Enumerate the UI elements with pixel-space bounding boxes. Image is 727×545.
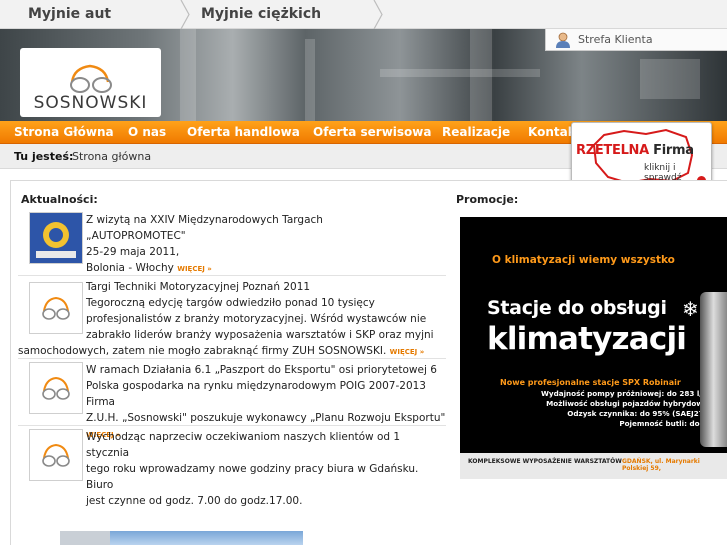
tab-truck-washes[interactable]: Myjnie ciężkich pojazdów <box>193 0 383 51</box>
promo-tagline: O klimatyzacji wiemy wszystko <box>492 254 675 266</box>
news-item: Wychodząc naprzeciw oczekiwaniom naszych… <box>18 427 446 507</box>
bottom-thumbnail[interactable] <box>60 531 110 545</box>
more-link[interactable]: WIĘCEJ » <box>390 348 425 356</box>
menu-item-home[interactable]: Strona Główna <box>14 121 114 144</box>
banner-decoration <box>380 69 540 77</box>
news-item: W ramach Działania 6.1 „Paszport do Eksp… <box>18 360 446 439</box>
news-line: Bolonia - Włochy WIĘCEJ » <box>86 260 446 277</box>
news-thumbnail[interactable] <box>29 362 83 414</box>
more-link[interactable]: WIĘCEJ » <box>177 265 212 273</box>
news-thumbnail[interactable] <box>29 429 83 481</box>
news-line: Wychodząc naprzeciw oczekiwaniom naszych… <box>86 431 401 459</box>
menu-item-service-offer[interactable]: Oferta serwisowa <box>313 121 431 144</box>
news-text: Targi Techniki Motoryzacyjnej Poznań 201… <box>86 279 446 343</box>
news-line: Targi Techniki Motoryzacyjnej Poznań 201… <box>86 281 311 293</box>
promo-footer: KOMPLEKSOWE WYPOSAŻENIE WARSZTATÓW GDAŃS… <box>460 453 727 479</box>
logo-car-icon <box>42 376 70 400</box>
badge-title-red: RZETELNA <box>576 143 649 158</box>
site-logo[interactable]: SOSNOWSKI <box>20 48 161 117</box>
tab-separator-icon <box>373 0 383 29</box>
news-text: Wychodząc naprzeciw oczekiwaniom naszych… <box>86 429 446 509</box>
news-line-text: Bolonia - Włochy <box>86 262 174 274</box>
bottom-banner-image[interactable] <box>110 531 303 545</box>
news-thumbnail[interactable] <box>29 212 83 264</box>
client-zone-link[interactable]: Strefa Klienta <box>545 29 727 51</box>
news-line: jest czynne od godz. 7.00 do godz.17.00. <box>86 495 303 507</box>
logo-car-icon <box>70 64 112 93</box>
banner-decoration <box>305 39 315 121</box>
news-line: Z wizytą na XXIV Międzynarodowych Targac… <box>86 214 323 226</box>
menu-item-about[interactable]: O nas <box>128 121 166 144</box>
tab-car-washes[interactable]: Myjnie aut osobowych <box>20 0 190 51</box>
menu-item-trade-offer[interactable]: Oferta handlowa <box>187 121 300 144</box>
promo-footer-left: KOMPLEKSOWE WYPOSAŻENIE WARSZTATÓW <box>468 458 622 465</box>
news-line: Tegoroczną edycję targów odwiedziło pona… <box>86 297 375 309</box>
promo-subtitle: Nowe profesjonalne stacje SPX Robinair <box>500 378 681 387</box>
promo-detail: Odzysk czynnika: do 95% (SAEJ2788) <box>567 409 717 418</box>
news-line: W ramach Działania 6.1 „Paszport do Eksp… <box>86 364 437 376</box>
promo-detail: Wydajność pompy próżniowej: do 283 l/min <box>540 389 717 398</box>
logo-car-icon <box>42 296 70 320</box>
autopromotec-poster-icon <box>30 213 82 263</box>
news-item: Z wizytą na XXIV Międzynarodowych Targac… <box>18 208 446 276</box>
news-line: Z.U.H. „Sosnowski" poszukuje wykonawcy „… <box>86 412 446 424</box>
logo-text: SOSNOWSKI <box>33 93 148 113</box>
news-line-text: samochodowych, zatem nie mogło zabraknąć… <box>18 345 387 357</box>
promo-headline-1: Stacje do obsługi <box>487 297 667 319</box>
header-banner: SOSNOWSKI Strefa Klienta <box>0 29 727 121</box>
promo-banner[interactable]: O klimatyzacji wiemy wszystko Stacje do … <box>460 217 727 479</box>
news-line: Polska gospodarka na rynku międzynarodow… <box>86 380 426 408</box>
promo-footer-right: GDAŃSK, ul. Marynarki Polskiej 59, <box>622 458 700 472</box>
badge-title: RZETELNA Firma <box>576 143 694 158</box>
news-item: Targi Techniki Motoryzacyjnej Poznań 201… <box>18 277 446 359</box>
snowflake-icon: ❄ <box>682 297 699 321</box>
promo-section-title: Promocje: <box>456 193 519 206</box>
promo-detail: Możliwość obsługi pojazdów hybrydowych <box>546 399 717 408</box>
banner-decoration <box>180 29 196 121</box>
news-thumbnail[interactable] <box>29 282 83 334</box>
ac-station-image <box>700 292 727 447</box>
reliable-company-badge[interactable]: RZETELNA Firma kliknij i sprawdź <box>571 122 712 189</box>
tab-separator-icon <box>180 0 190 29</box>
banner-decoration <box>640 59 700 99</box>
news-line: profesjonalistów z branży motoryzacyjnej… <box>86 313 427 325</box>
news-section-title: Aktualności: <box>21 193 98 206</box>
client-zone-label: Strefa Klienta <box>578 33 653 46</box>
news-line: zabrakło liderów branży wyposażenia wars… <box>86 329 434 341</box>
breadcrumb-current: Strona główna <box>72 150 152 163</box>
top-tab-bar: Myjnie aut osobowych Myjnie ciężkich poj… <box>0 0 727 51</box>
news-line: samochodowych, zatem nie mogło zabraknąć… <box>18 343 424 360</box>
banner-decoration <box>470 29 492 121</box>
breadcrumb-label: Tu jesteś: <box>14 150 74 163</box>
badge-title-dark: Firma <box>653 143 694 158</box>
logo-car-icon <box>42 443 70 467</box>
menu-item-realizations[interactable]: Realizacje <box>442 121 510 144</box>
news-text: Z wizytą na XXIV Międzynarodowych Targac… <box>86 212 446 277</box>
user-icon <box>556 32 570 48</box>
promo-headline-2: klimatyzacji <box>487 321 687 357</box>
news-line: tego roku wprowadzamy nowe godziny pracy… <box>86 463 419 491</box>
news-line: „AUTOPROMOTEC" <box>86 230 186 242</box>
news-line: 25-29 maja 2011, <box>86 246 180 258</box>
